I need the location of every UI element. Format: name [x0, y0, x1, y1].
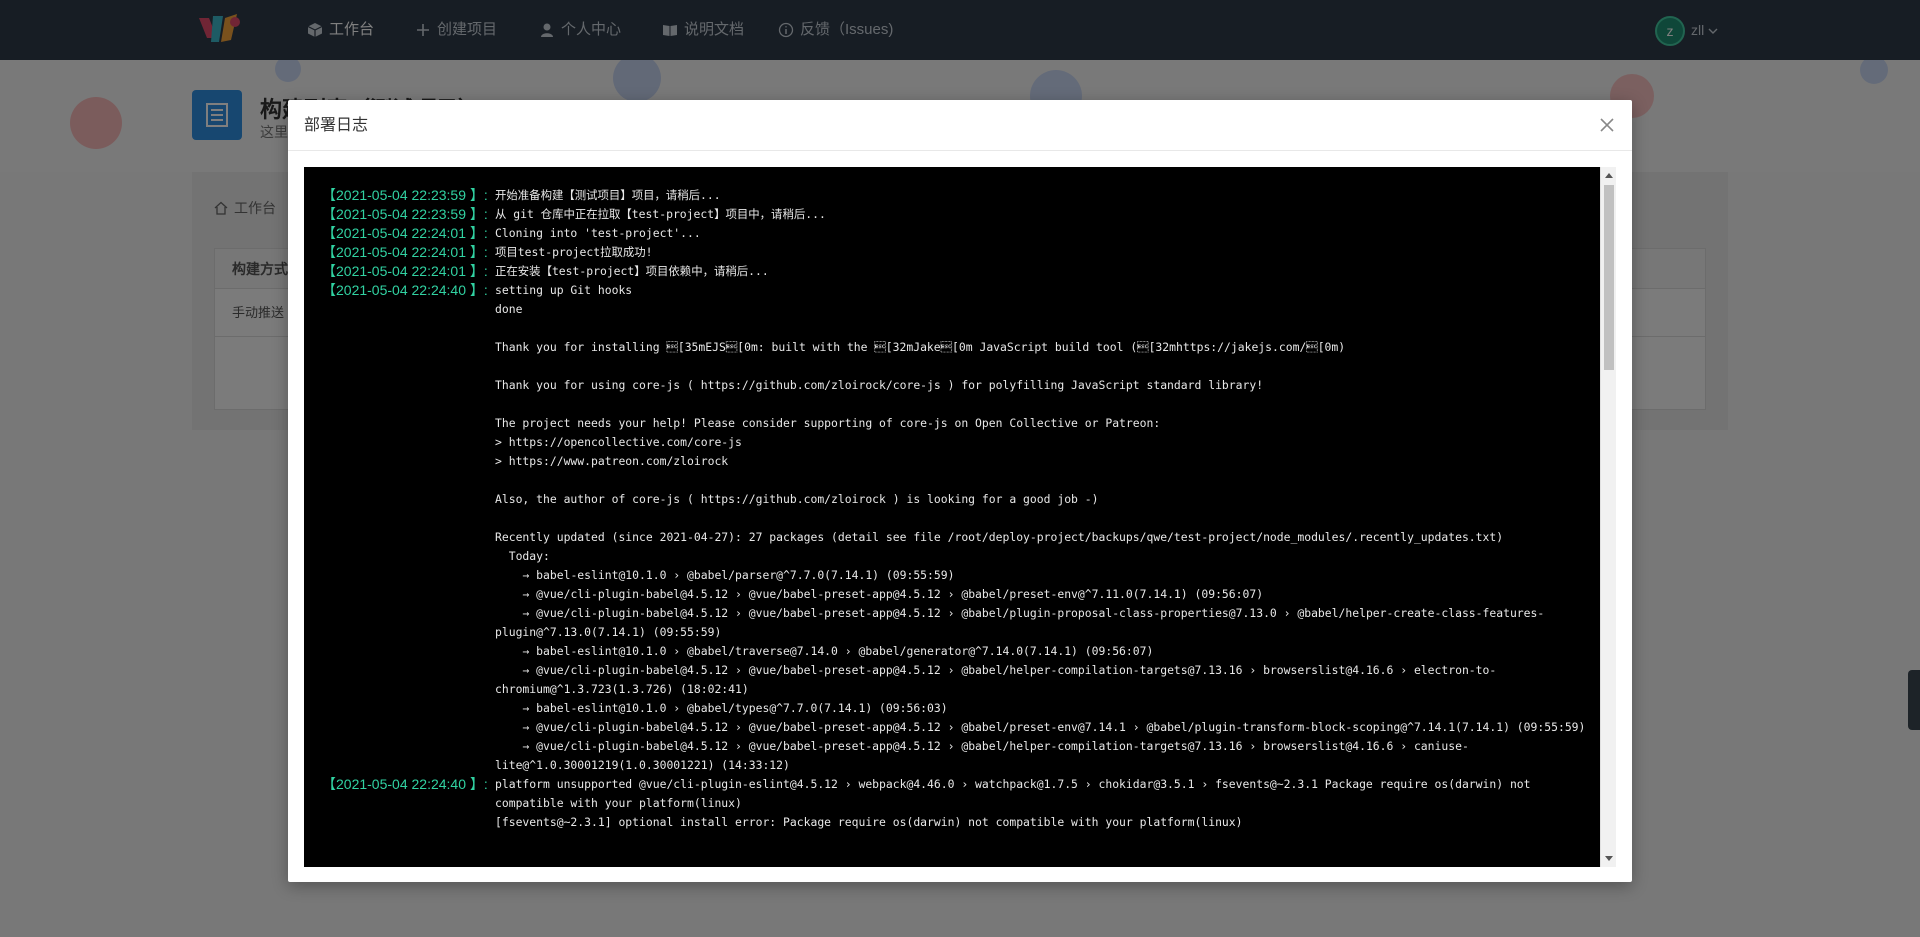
triangle-down-icon [1605, 856, 1613, 861]
log-line: platform unsupported @vue/cli-plugin-esl… [495, 777, 1538, 810]
log-entry: 【2021-05-04 22:24:01 】: Cloning into 'tes… [304, 224, 1600, 243]
log-line: setting up Git hooks [495, 283, 633, 297]
log-line: [fsevents@~2.3.1] optional install error… [495, 815, 1243, 829]
log-line: Thank you for using core-js ( https://gi… [495, 378, 1264, 392]
log-entry: 【2021-05-04 22:24:40 】: platform unsuppor… [304, 775, 1600, 832]
log-timestamp: 【2021-05-04 22:23:59 】: [322, 187, 488, 203]
scrollbar[interactable] [1600, 167, 1616, 867]
log-line: Recently updated (since 2021-04-27): 27 … [495, 530, 1504, 544]
log-line: → @vue/cli-plugin-babel@4.5.12 › @vue/ba… [495, 587, 1264, 601]
modal-title: 部署日志 [304, 117, 369, 134]
scroll-up-button[interactable] [1601, 167, 1616, 183]
log-line: Cloning into 'test-project'... [495, 226, 701, 240]
deploy-log-modal: 部署日志 【2021-05-04 22:23:59 】: 开始准备构建【测试项目】… [288, 100, 1632, 882]
close-icon[interactable] [1596, 114, 1618, 136]
log-line: Also, the author of core-js ( https://gi… [495, 492, 1099, 506]
log-line: → @vue/cli-plugin-babel@4.5.12 › @vue/ba… [495, 663, 1497, 696]
log-entry: 【2021-05-04 22:24:01 】: 正在安装【test-project… [304, 262, 1600, 281]
log-line: 开始准备构建【测试项目】项目，请稍后... [495, 188, 721, 202]
log-timestamp: 【2021-05-04 22:24:01 】: [322, 225, 488, 241]
log-line: → babel-eslint@10.1.0 › @babel/parser@^7… [495, 568, 955, 582]
log-line: → @vue/cli-plugin-babel@4.5.12 › @vue/ba… [495, 739, 1469, 772]
log-timestamp: 【2021-05-04 22:24:01 】: [322, 263, 488, 279]
log-entry: 【2021-05-04 22:24:01 】: 项目test-project拉取成… [304, 243, 1600, 262]
log-message: platform unsupported @vue/cli-plugin-esl… [495, 775, 1600, 832]
log-line: 正在安装【test-project】项目依赖中，请稍后... [495, 264, 769, 278]
modal-header: 部署日志 [288, 100, 1632, 151]
log-line: → babel-eslint@10.1.0 › @babel/types@^7.… [495, 701, 948, 715]
log-message: 开始准备构建【测试项目】项目，请稍后... [495, 186, 1600, 205]
log-line: → babel-eslint@10.1.0 › @babel/traverse@… [495, 644, 1154, 658]
log-entry: 【2021-05-04 22:23:59 】: 从 git 仓库中正在拉取【tes… [304, 205, 1600, 224]
scroll-thumb[interactable] [1604, 185, 1614, 370]
log-line: → @vue/cli-plugin-babel@4.5.12 › @vue/ba… [495, 720, 1586, 734]
log-entry: 【2021-05-04 22:23:59 】: 开始准备构建【测试项目】项目，请稍… [304, 186, 1600, 205]
log-timestamp: 【2021-05-04 22:24:40 】: [322, 776, 488, 792]
log-message: Cloning into 'test-project'... [495, 224, 1600, 243]
log-line: The project needs your help! Please cons… [495, 416, 1161, 430]
log-line: Today: [495, 549, 550, 563]
log-message: 项目test-project拉取成功! [495, 243, 1600, 262]
log-list: 【2021-05-04 22:23:59 】: 开始准备构建【测试项目】项目，请稍… [304, 167, 1600, 867]
log-message: setting up Git hooks done Thank you for in… [495, 281, 1600, 775]
log-line: > https://opencollective.com/core-js [495, 435, 742, 449]
log-line: → @vue/cli-plugin-babel@4.5.12 › @vue/ba… [495, 606, 1545, 639]
log-timestamp: 【2021-05-04 22:24:01 】: [322, 244, 488, 260]
log-line: 项目test-project拉取成功! [495, 245, 653, 259]
log-timestamp: 【2021-05-04 22:23:59 】: [322, 206, 488, 222]
log-line: done [495, 302, 523, 316]
log-message: 从 git 仓库中正在拉取【test-project】项目中，请稍后... [495, 205, 1600, 224]
log-entry: 【2021-05-04 22:24:40 】: setting up Git ho… [304, 281, 1600, 775]
log-console[interactable]: 【2021-05-04 22:23:59 】: 开始准备构建【测试项目】项目，请稍… [304, 167, 1616, 867]
log-line: Thank you for installing [35mEJS[0m: b… [495, 340, 1346, 354]
triangle-up-icon [1605, 173, 1613, 178]
log-line: 从 git 仓库中正在拉取【test-project】项目中，请稍后... [495, 207, 826, 221]
log-line: > https://www.patreon.com/zloirock [495, 454, 729, 468]
scroll-down-button[interactable] [1601, 851, 1616, 867]
log-timestamp: 【2021-05-04 22:24:40 】: [322, 282, 488, 298]
log-message: 正在安装【test-project】项目依赖中，请稍后... [495, 262, 1600, 281]
